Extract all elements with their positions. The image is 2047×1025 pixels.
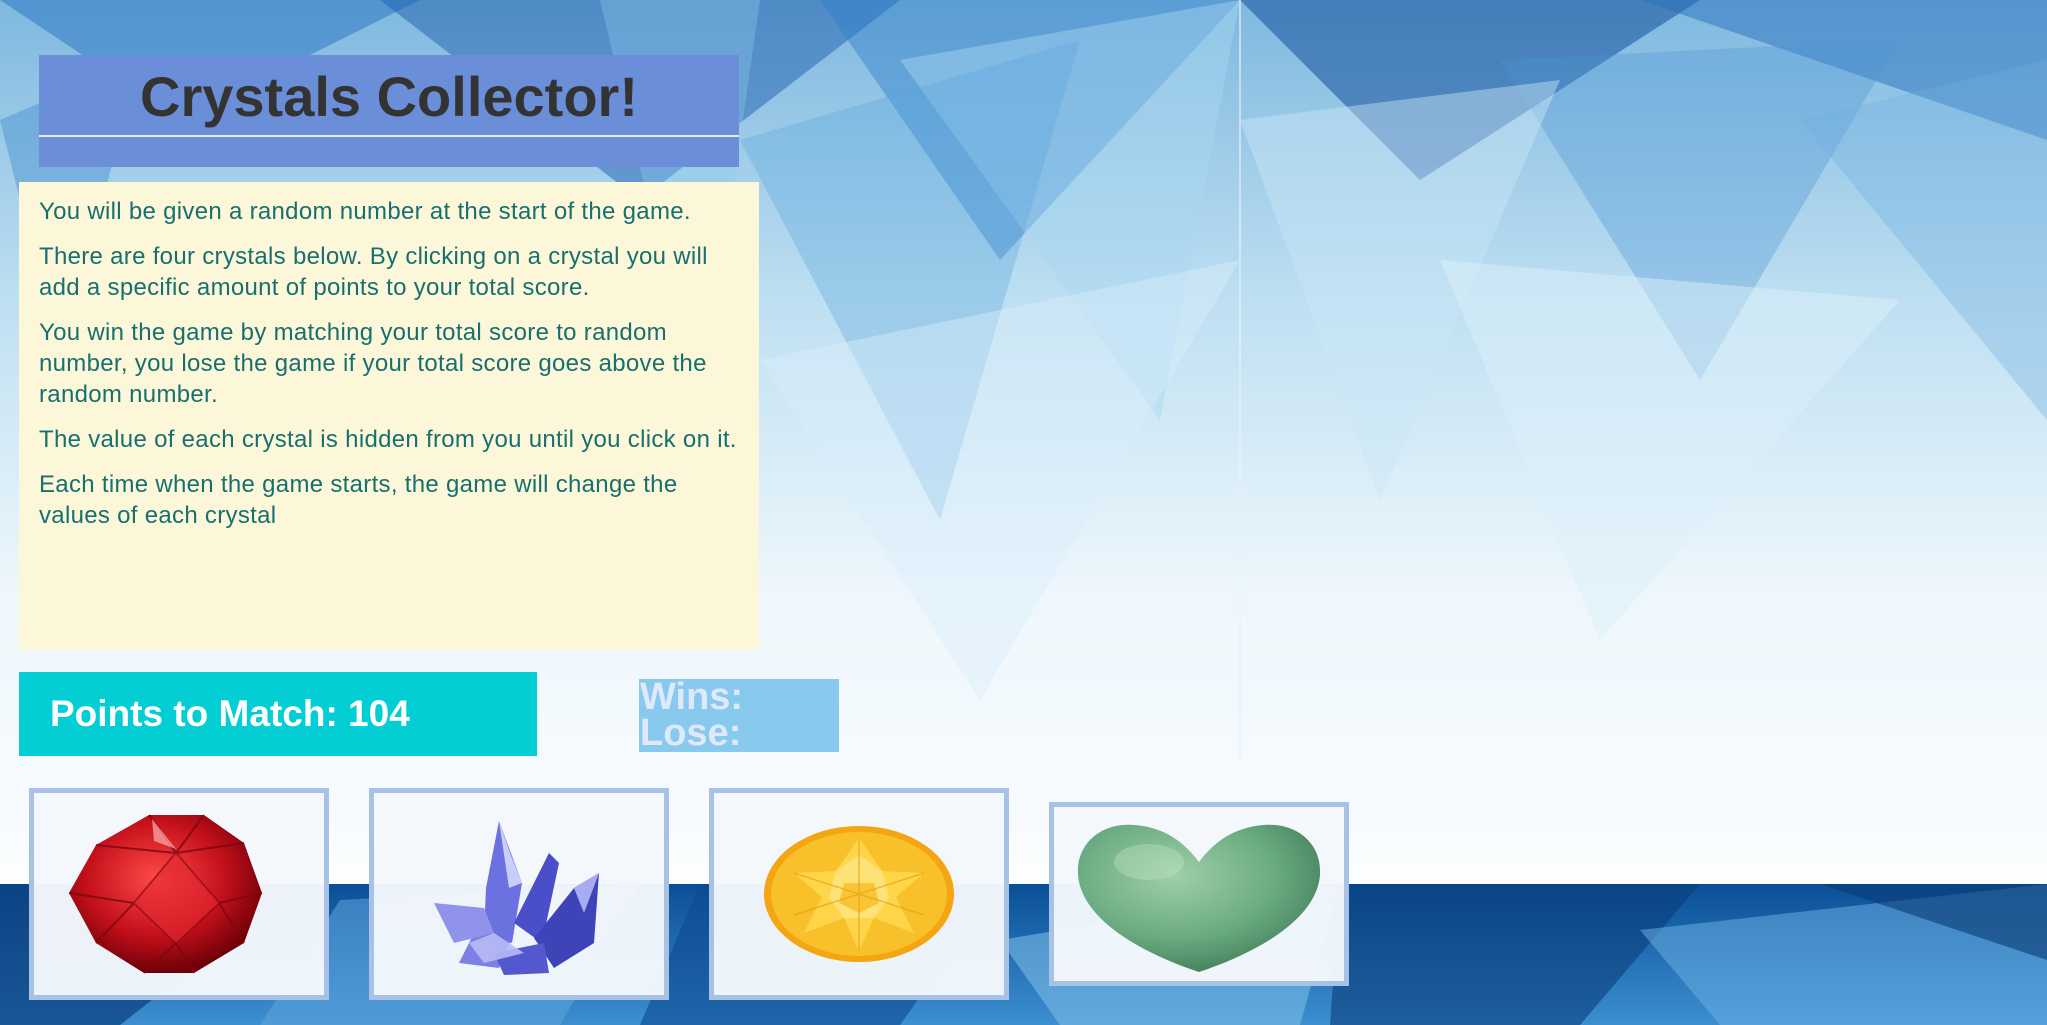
lose-label: Lose:	[640, 712, 742, 754]
points-to-match: Points to Match: 104	[19, 672, 537, 756]
crystal-button-red[interactable]	[29, 788, 329, 1000]
crystal-button-green[interactable]	[1049, 802, 1349, 986]
instructions-panel: You will be given a random number at the…	[19, 182, 759, 650]
instruction-paragraph: The value of each crystal is hidden from…	[39, 426, 737, 453]
wins-label: Wins:	[640, 676, 744, 718]
game-page: Crystals Collector! You will be given a …	[0, 0, 2047, 1025]
instruction-paragraph: You win the game by matching your total …	[39, 319, 707, 408]
crystal-button-yellow[interactable]	[709, 788, 1009, 1000]
title-divider	[39, 135, 739, 137]
crystal-button-purple[interactable]	[369, 788, 669, 1000]
red-crystal-icon	[68, 814, 263, 974]
instruction-paragraph: Each time when the game starts, the game…	[39, 471, 678, 529]
yellow-gem-icon	[764, 826, 954, 962]
page-title: Crystals Collector!	[140, 65, 638, 128]
green-heart-icon	[1077, 824, 1321, 972]
title-banner: Crystals Collector!	[39, 55, 739, 167]
instruction-paragraph: You will be given a random number at the…	[39, 198, 691, 225]
scoreboard: Wins: Lose:	[639, 676, 839, 754]
instruction-paragraph: There are four crystals below. By clicki…	[39, 243, 708, 301]
purple-crystal-icon	[434, 821, 599, 975]
